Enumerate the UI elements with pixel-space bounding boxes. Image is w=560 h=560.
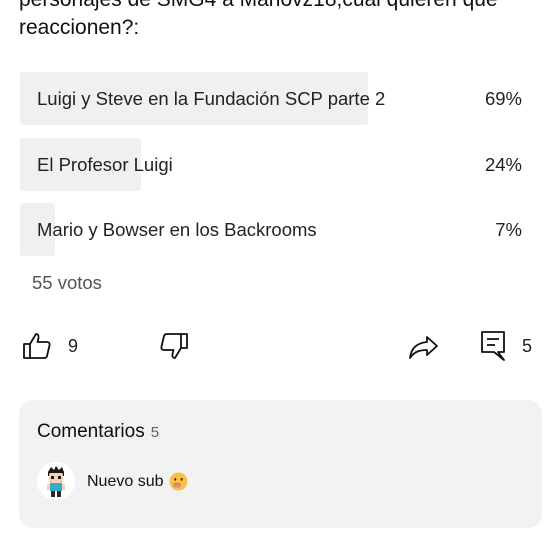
- user-avatar[interactable]: [37, 462, 75, 500]
- thumbs-down-icon: [159, 331, 189, 361]
- dislike-button[interactable]: [159, 326, 189, 366]
- poll-option-3-percent: 7%: [495, 218, 522, 240]
- comment-preview-text: Nuevo sub: [87, 472, 164, 490]
- comment-preview: Nuevo sub: [87, 472, 188, 491]
- like-count: 9: [68, 335, 79, 356]
- comments-count: 5: [150, 424, 160, 441]
- like-button[interactable]: 9: [22, 326, 78, 366]
- share-button[interactable]: [408, 326, 440, 366]
- comment-icon: [480, 330, 506, 362]
- poll-option-2-percent: 24%: [484, 153, 522, 175]
- poll-option-1[interactable]: Luigi y Steve en la Fundación SCP parte …: [20, 72, 524, 125]
- poll-option-2[interactable]: El Profesor Luigi 24%: [20, 138, 524, 191]
- comments-header: Comentarios 5: [37, 421, 159, 443]
- comments-title: Comentarios: [37, 421, 145, 442]
- post-text: personajes de SMG4 a Mariovz18,cual quie…: [19, 0, 498, 39]
- poll-option-3[interactable]: Mario y Bowser en los Backrooms 7%: [20, 203, 524, 256]
- face-with-hand-over-mouth-emoji: [169, 472, 188, 491]
- comment-count: 5: [522, 335, 533, 356]
- comments-button[interactable]: 5: [480, 326, 532, 366]
- share-icon: [408, 331, 440, 361]
- community-post: personajes de SMG4 a Mariovz18,cual quie…: [0, 0, 560, 560]
- poll-option-1-label: Luigi y Steve en la Fundación SCP parte …: [37, 87, 386, 109]
- poll-option-3-label: Mario y Bowser en los Backrooms: [37, 218, 317, 240]
- poll-vote-count: 55 votos: [32, 272, 102, 293]
- comments-section[interactable]: Comentarios 5 Nuevo sub: [19, 400, 542, 528]
- poll-option-2-label: El Profesor Luigi: [37, 153, 173, 175]
- poll-option-1-percent: 69%: [484, 87, 522, 109]
- thumbs-up-icon: [22, 331, 52, 361]
